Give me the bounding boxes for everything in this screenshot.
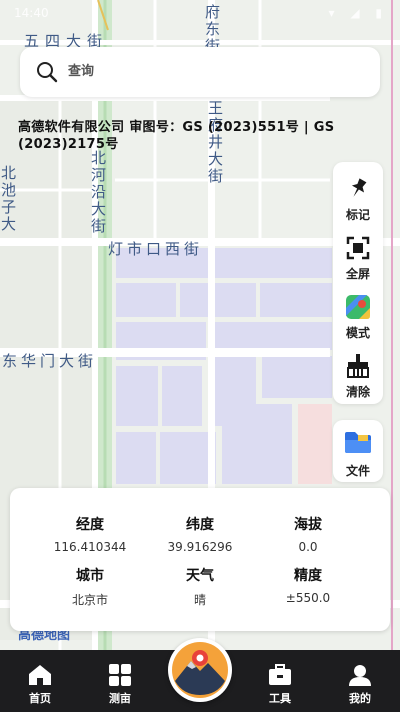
grid-icon — [109, 664, 131, 686]
toolbox-icon — [269, 664, 291, 685]
accuracy-cell: 精度 ±550.0 — [248, 565, 368, 605]
status-time: 14:40 — [14, 6, 49, 20]
pin-icon — [351, 178, 367, 197]
city-value: 北京市 — [71, 593, 108, 607]
nav-home[interactable]: 首页 — [0, 650, 80, 712]
longitude-value: 116.410344 — [53, 540, 127, 554]
system-icons: ▾ ◢ ▮ — [328, 6, 388, 20]
weather-cell: 天气 晴 — [140, 565, 260, 608]
city-cell: 城市 北京市 — [30, 565, 150, 608]
fullscreen-icon — [346, 236, 370, 260]
mark-button[interactable]: 标记 — [333, 166, 383, 222]
map-toolbar: 标记 全屏 模式 清除 — [333, 162, 383, 404]
map-mode-icon — [346, 295, 370, 319]
map-approval-text: 高德软件有限公司 审图号：GS (2023)551号 | GS (2023)21… — [18, 120, 335, 152]
nav-measure[interactable]: 测亩 — [80, 650, 160, 712]
nav-tools-label: 工具 — [269, 692, 291, 705]
file-button[interactable]: 文件 — [333, 420, 383, 482]
mode-button[interactable]: 模式 — [333, 284, 383, 340]
broom-icon — [347, 354, 369, 378]
file-label: 文件 — [345, 464, 370, 478]
street-label: 东华门大街 — [2, 352, 98, 370]
street-label: 北池子大 — [0, 165, 17, 233]
search-label: 查询 — [68, 64, 95, 79]
city-label: 城市 — [76, 568, 104, 584]
search-bar[interactable]: 查询 — [20, 47, 380, 97]
altitude-cell: 海拔 0.0 — [248, 514, 368, 554]
longitude-cell: 经度 116.410344 — [30, 514, 150, 554]
status-bar: 14:40 ▾ ◢ ▮ — [0, 0, 400, 28]
latitude-label: 纬度 — [186, 517, 214, 533]
location-info-card: 经度 116.410344 纬度 39.916296 海拔 0.0 城市 北京市… — [10, 488, 390, 631]
nav-home-label: 首页 — [29, 692, 51, 705]
altitude-label: 海拔 — [294, 517, 322, 533]
mark-label: 标记 — [345, 208, 370, 222]
fullscreen-button[interactable]: 全屏 — [333, 225, 383, 281]
center-location-button[interactable] — [168, 638, 232, 702]
mountain-location-icon — [172, 642, 228, 698]
latitude-cell: 纬度 39.916296 — [140, 514, 260, 554]
nav-me[interactable]: 我的 — [320, 650, 400, 712]
weather-label: 天气 — [186, 568, 214, 584]
folder-icon — [345, 432, 371, 453]
accuracy-label: 精度 — [294, 568, 322, 584]
search-icon — [37, 62, 58, 83]
weather-value: 晴 — [193, 593, 206, 607]
clear-button[interactable]: 清除 — [333, 343, 383, 399]
street-label: 北河沿大街 — [89, 150, 107, 235]
street-label: 灯市口西街 — [108, 240, 204, 258]
accuracy-value: ±550.0 — [285, 591, 331, 605]
mode-label: 模式 — [345, 326, 370, 340]
nav-tools[interactable]: 工具 — [240, 650, 320, 712]
nav-me-label: 我的 — [349, 692, 371, 705]
altitude-value: 0.0 — [298, 540, 318, 554]
home-icon — [29, 665, 51, 685]
longitude-label: 经度 — [76, 517, 104, 533]
clear-label: 清除 — [345, 385, 370, 399]
latitude-value: 39.916296 — [167, 540, 233, 554]
user-icon — [349, 665, 371, 686]
nav-measure-label: 测亩 — [109, 692, 131, 705]
fullscreen-label: 全屏 — [345, 267, 370, 281]
